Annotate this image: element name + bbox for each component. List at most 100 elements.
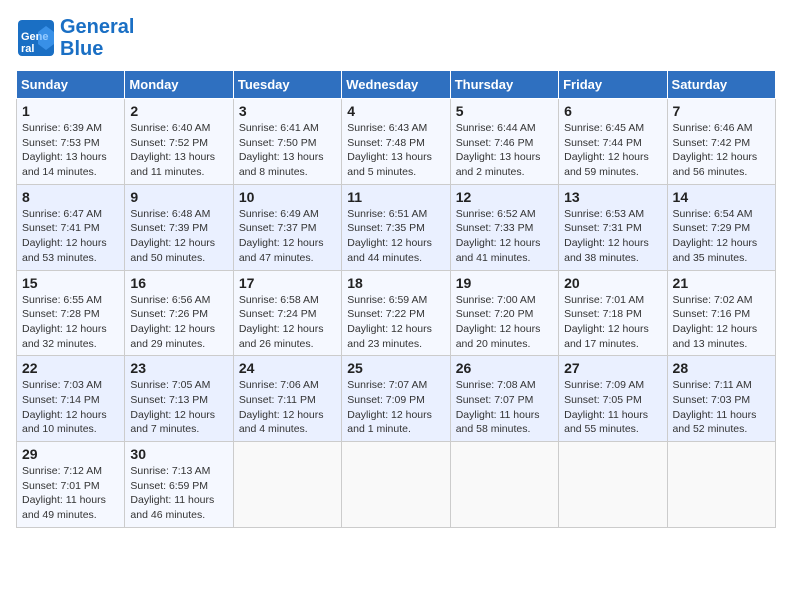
calendar-cell: 15 Sunrise: 6:55 AMSunset: 7:28 PMDayligh… [17, 270, 125, 356]
calendar-cell: 27 Sunrise: 7:09 AMSunset: 7:05 PMDayligh… [559, 356, 667, 442]
day-number: 22 [22, 360, 119, 376]
day-number: 16 [130, 275, 227, 291]
day-number: 25 [347, 360, 444, 376]
calendar-cell [450, 442, 558, 528]
cell-info: Sunrise: 7:08 AMSunset: 7:07 PMDaylight:… [456, 378, 553, 437]
calendar-cell: 1Sunrise: 6:39 AMSunset: 7:53 PMDaylight… [17, 99, 125, 185]
calendar-cell: 18 Sunrise: 6:59 AMSunset: 7:22 PMDayligh… [342, 270, 450, 356]
calendar-cell: 17Sunrise: 6:58 AMSunset: 7:24 PMDayligh… [233, 270, 341, 356]
calendar-cell: 5 Sunrise: 6:44 AMSunset: 7:46 PMDaylight… [450, 99, 558, 185]
day-number: 24 [239, 360, 336, 376]
day-header-friday: Friday [559, 71, 667, 99]
day-number: 14 [673, 189, 770, 205]
cell-info: Sunrise: 7:05 AMSunset: 7:13 PMDaylight:… [130, 378, 227, 437]
calendar-body: 1Sunrise: 6:39 AMSunset: 7:53 PMDaylight… [17, 99, 776, 528]
day-number: 11 [347, 189, 444, 205]
cell-info: Sunrise: 6:47 AMSunset: 7:41 PMDaylight:… [22, 207, 119, 266]
day-number: 7 [673, 103, 770, 119]
day-number: 9 [130, 189, 227, 205]
day-number: 2 [130, 103, 227, 119]
calendar-cell: 7 Sunrise: 6:46 AMSunset: 7:42 PMDaylight… [667, 99, 775, 185]
cell-info: Sunrise: 7:07 AMSunset: 7:09 PMDaylight:… [347, 378, 444, 437]
calendar-cell: 11Sunrise: 6:51 AMSunset: 7:35 PMDayligh… [342, 184, 450, 270]
cell-info: Sunrise: 7:01 AMSunset: 7:18 PMDaylight:… [564, 293, 661, 352]
day-number: 6 [564, 103, 661, 119]
calendar-cell [342, 442, 450, 528]
calendar-cell: 10Sunrise: 6:49 AMSunset: 7:37 PMDayligh… [233, 184, 341, 270]
calendar-cell: 12Sunrise: 6:52 AMSunset: 7:33 PMDayligh… [450, 184, 558, 270]
day-number: 30 [130, 446, 227, 462]
day-number: 3 [239, 103, 336, 119]
cell-info: Sunrise: 7:11 AMSunset: 7:03 PMDaylight:… [673, 378, 770, 437]
day-header-sunday: Sunday [17, 71, 125, 99]
day-number: 10 [239, 189, 336, 205]
calendar-cell: 8 Sunrise: 6:47 AMSunset: 7:41 PMDaylight… [17, 184, 125, 270]
cell-info: Sunrise: 7:00 AMSunset: 7:20 PMDaylight:… [456, 293, 553, 352]
cell-info: Sunrise: 6:54 AMSunset: 7:29 PMDaylight:… [673, 207, 770, 266]
calendar-cell: 3 Sunrise: 6:41 AMSunset: 7:50 PMDaylight… [233, 99, 341, 185]
calendar-cell: 9 Sunrise: 6:48 AMSunset: 7:39 PMDaylight… [125, 184, 233, 270]
calendar-cell: 25 Sunrise: 7:07 AMSunset: 7:09 PMDayligh… [342, 356, 450, 442]
logo: Gene ral General Blue [16, 16, 134, 60]
days-of-week-row: SundayMondayTuesdayWednesdayThursdayFrid… [17, 71, 776, 99]
cell-info: Sunrise: 6:48 AMSunset: 7:39 PMDaylight:… [130, 207, 227, 266]
logo-text-line2: Blue [60, 38, 134, 60]
calendar-table: SundayMondayTuesdayWednesdayThursdayFrid… [16, 70, 776, 528]
day-number: 26 [456, 360, 553, 376]
calendar-cell: 22 Sunrise: 7:03 AMSunset: 7:14 PMDayligh… [17, 356, 125, 442]
calendar-week-5: 29Sunrise: 7:12 AMSunset: 7:01 PMDayligh… [17, 442, 776, 528]
calendar-cell: 2 Sunrise: 6:40 AMSunset: 7:52 PMDaylight… [125, 99, 233, 185]
calendar-cell: 4Sunrise: 6:43 AMSunset: 7:48 PMDaylight… [342, 99, 450, 185]
cell-info: Sunrise: 6:41 AMSunset: 7:50 PMDaylight:… [239, 121, 336, 180]
calendar-cell: 30 Sunrise: 7:13 AMSunset: 6:59 PMDayligh… [125, 442, 233, 528]
calendar-cell: 23Sunrise: 7:05 AMSunset: 7:13 PMDayligh… [125, 356, 233, 442]
calendar-cell: 28 Sunrise: 7:11 AMSunset: 7:03 PMDayligh… [667, 356, 775, 442]
logo-icon: Gene ral [16, 18, 56, 58]
cell-info: Sunrise: 7:09 AMSunset: 7:05 PMDaylight:… [564, 378, 661, 437]
day-number: 8 [22, 189, 119, 205]
day-number: 17 [239, 275, 336, 291]
calendar-cell: 29Sunrise: 7:12 AMSunset: 7:01 PMDayligh… [17, 442, 125, 528]
day-number: 13 [564, 189, 661, 205]
day-number: 15 [22, 275, 119, 291]
page-header: Gene ral General Blue [16, 16, 776, 60]
calendar-cell: 19Sunrise: 7:00 AMSunset: 7:20 PMDayligh… [450, 270, 558, 356]
cell-info: Sunrise: 7:13 AMSunset: 6:59 PMDaylight:… [130, 464, 227, 523]
cell-info: Sunrise: 6:56 AMSunset: 7:26 PMDaylight:… [130, 293, 227, 352]
day-header-tuesday: Tuesday [233, 71, 341, 99]
day-number: 28 [673, 360, 770, 376]
cell-info: Sunrise: 7:03 AMSunset: 7:14 PMDaylight:… [22, 378, 119, 437]
day-number: 27 [564, 360, 661, 376]
calendar-cell [559, 442, 667, 528]
cell-info: Sunrise: 6:59 AMSunset: 7:22 PMDaylight:… [347, 293, 444, 352]
cell-info: Sunrise: 6:55 AMSunset: 7:28 PMDaylight:… [22, 293, 119, 352]
day-number: 18 [347, 275, 444, 291]
calendar-cell: 16 Sunrise: 6:56 AMSunset: 7:26 PMDayligh… [125, 270, 233, 356]
calendar-cell: 6 Sunrise: 6:45 AMSunset: 7:44 PMDaylight… [559, 99, 667, 185]
calendar-week-2: 8 Sunrise: 6:47 AMSunset: 7:41 PMDaylight… [17, 184, 776, 270]
cell-info: Sunrise: 6:45 AMSunset: 7:44 PMDaylight:… [564, 121, 661, 180]
day-header-monday: Monday [125, 71, 233, 99]
calendar-cell [233, 442, 341, 528]
day-number: 4 [347, 103, 444, 119]
day-number: 5 [456, 103, 553, 119]
calendar-cell: 14 Sunrise: 6:54 AMSunset: 7:29 PMDayligh… [667, 184, 775, 270]
cell-info: Sunrise: 6:53 AMSunset: 7:31 PMDaylight:… [564, 207, 661, 266]
calendar-cell: 26 Sunrise: 7:08 AMSunset: 7:07 PMDayligh… [450, 356, 558, 442]
svg-text:ral: ral [21, 43, 34, 55]
calendar-cell: 20 Sunrise: 7:01 AMSunset: 7:18 PMDayligh… [559, 270, 667, 356]
calendar-cell: 21Sunrise: 7:02 AMSunset: 7:16 PMDayligh… [667, 270, 775, 356]
day-header-saturday: Saturday [667, 71, 775, 99]
cell-info: Sunrise: 6:39 AMSunset: 7:53 PMDaylight:… [22, 121, 119, 180]
day-number: 21 [673, 275, 770, 291]
calendar-week-1: 1Sunrise: 6:39 AMSunset: 7:53 PMDaylight… [17, 99, 776, 185]
day-header-thursday: Thursday [450, 71, 558, 99]
day-number: 20 [564, 275, 661, 291]
day-header-wednesday: Wednesday [342, 71, 450, 99]
calendar-cell: 24Sunrise: 7:06 AMSunset: 7:11 PMDayligh… [233, 356, 341, 442]
cell-info: Sunrise: 7:12 AMSunset: 7:01 PMDaylight:… [22, 464, 119, 523]
cell-info: Sunrise: 6:46 AMSunset: 7:42 PMDaylight:… [673, 121, 770, 180]
cell-info: Sunrise: 6:40 AMSunset: 7:52 PMDaylight:… [130, 121, 227, 180]
calendar-header: SundayMondayTuesdayWednesdayThursdayFrid… [17, 71, 776, 99]
cell-info: Sunrise: 6:44 AMSunset: 7:46 PMDaylight:… [456, 121, 553, 180]
